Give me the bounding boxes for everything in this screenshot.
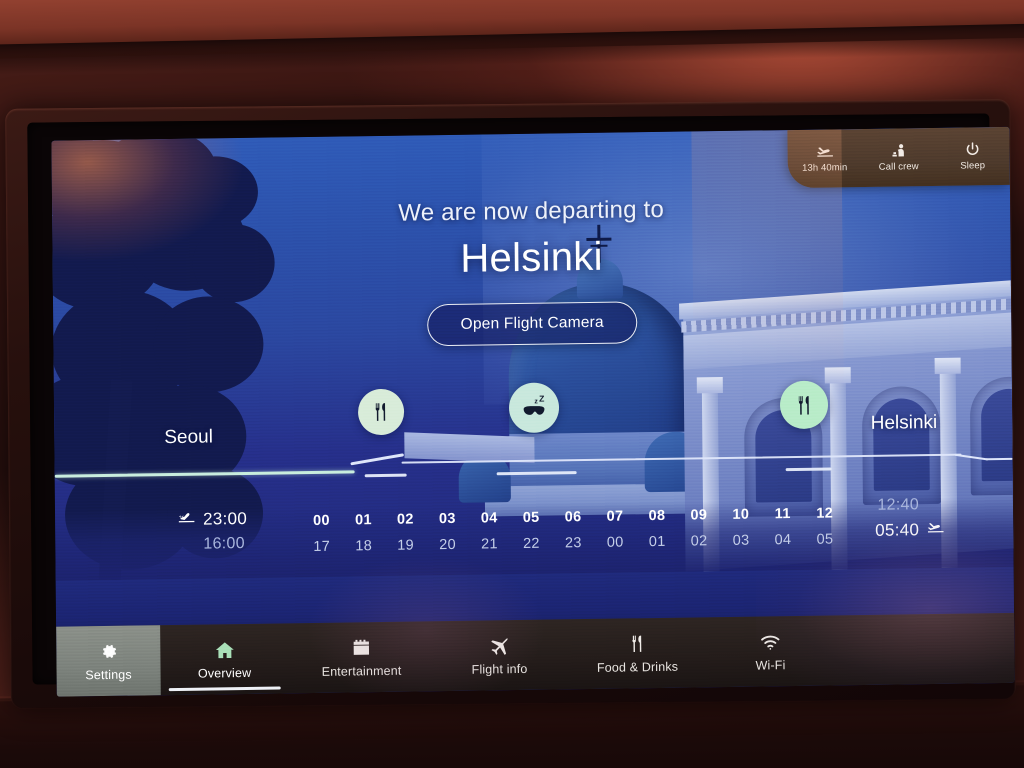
nav-settings-label: Settings bbox=[85, 667, 132, 682]
hour-top: 03 bbox=[438, 510, 456, 528]
nav-food-drinks-label: Food & Drinks bbox=[596, 659, 679, 675]
sleep-mask-icon: z Z bbox=[523, 395, 545, 415]
hour-column: 08 01 bbox=[649, 508, 666, 550]
hour-bottom: 02 bbox=[690, 533, 708, 550]
hour-column: 02 19 bbox=[397, 512, 414, 554]
seatback-monitor-bezel: We are now departing to Helsinki Open Fl… bbox=[5, 99, 1016, 709]
hour-column: 04 21 bbox=[481, 510, 498, 552]
timeline-cruise-segment bbox=[401, 453, 962, 465]
power-icon bbox=[965, 141, 981, 157]
cabin-photo: We are now departing to Helsinki Open Fl… bbox=[0, 0, 1024, 768]
hour-bottom: 23 bbox=[564, 535, 582, 552]
timeline-destination-city: Helsinki bbox=[870, 411, 938, 434]
active-tab-indicator bbox=[168, 685, 281, 692]
hour-top: 08 bbox=[648, 507, 666, 525]
screen-glare-bottom-right bbox=[755, 516, 1015, 697]
hour-bottom: 19 bbox=[397, 537, 415, 554]
call-crew-icon bbox=[890, 142, 907, 158]
status-sleep-label: Sleep bbox=[960, 160, 986, 172]
hour-column: 10 03 bbox=[732, 507, 749, 549]
hour-column: 00 17 bbox=[313, 513, 330, 555]
hour-bottom: 00 bbox=[606, 534, 624, 551]
hour-top: 06 bbox=[564, 509, 582, 526]
screen-glare-bottom-center bbox=[305, 553, 547, 697]
hour-top: 02 bbox=[396, 511, 414, 528]
status-call-crew[interactable]: Call crew bbox=[870, 142, 928, 173]
timeline-arrival-segment bbox=[985, 457, 1013, 461]
hour-column: 09 02 bbox=[690, 507, 707, 549]
gear-icon bbox=[99, 640, 118, 662]
timeline-event-span-1 bbox=[364, 473, 407, 478]
home-icon bbox=[214, 639, 235, 661]
hour-column: 05 22 bbox=[523, 510, 540, 552]
hour-top: 00 bbox=[313, 512, 330, 529]
svg-text:Z: Z bbox=[539, 395, 545, 404]
arrival-time-secondary: 12:40 bbox=[877, 495, 920, 514]
meal-icon bbox=[375, 403, 386, 421]
monitor-inner-bezel: We are now departing to Helsinki Open Fl… bbox=[27, 113, 1015, 697]
timeline-progress-completed bbox=[54, 470, 355, 478]
nav-food-drinks[interactable]: Food & Drinks bbox=[564, 617, 711, 689]
timeline-event-span-3 bbox=[785, 467, 832, 472]
plane-takeoff-icon bbox=[177, 510, 196, 529]
screen-glare-top-right bbox=[691, 129, 845, 462]
cutlery-icon bbox=[627, 633, 647, 655]
hour-top: 10 bbox=[732, 506, 750, 523]
svg-text:z: z bbox=[534, 398, 538, 405]
departure-time-secondary: 16:00 bbox=[203, 534, 245, 553]
hour-bottom: 20 bbox=[439, 536, 456, 554]
hour-bottom: 03 bbox=[732, 532, 750, 549]
open-flight-camera-button[interactable]: Open Flight Camera bbox=[427, 301, 638, 347]
ife-screen: We are now departing to Helsinki Open Fl… bbox=[51, 126, 1015, 697]
hour-top: 04 bbox=[480, 510, 498, 527]
hour-column: 07 00 bbox=[607, 508, 624, 550]
timeline-descent-segment bbox=[954, 453, 989, 461]
departure-times: 23:00 16:00 bbox=[177, 506, 248, 557]
screen-glare-top-left bbox=[51, 126, 243, 262]
hour-bottom: 22 bbox=[522, 535, 540, 552]
nav-settings[interactable]: Settings bbox=[56, 625, 161, 697]
building-capital-3 bbox=[934, 357, 961, 374]
hour-column: 03 20 bbox=[439, 511, 456, 553]
status-sleep[interactable]: Sleep bbox=[944, 141, 1002, 172]
timeline-event-meal-1[interactable] bbox=[357, 388, 405, 436]
hour-top: 01 bbox=[354, 512, 372, 529]
hour-bottom: 17 bbox=[313, 538, 331, 555]
hour-bottom: 18 bbox=[355, 538, 373, 555]
hour-top: 05 bbox=[522, 509, 540, 526]
hour-column: 06 23 bbox=[565, 509, 582, 551]
status-call-crew-label: Call crew bbox=[878, 161, 919, 173]
hour-column: 01 18 bbox=[355, 512, 372, 554]
hour-bottom: 01 bbox=[648, 533, 666, 551]
timeline-ascent-segment bbox=[350, 453, 405, 466]
hour-top: 09 bbox=[690, 507, 708, 524]
hour-bottom: 21 bbox=[481, 536, 498, 553]
nav-overview[interactable]: Overview bbox=[160, 623, 289, 695]
departure-time-local: 23:00 bbox=[202, 508, 248, 529]
timeline-event-rest[interactable]: z Z bbox=[508, 382, 560, 434]
timeline-origin-city: Seoul bbox=[164, 426, 214, 449]
timeline-event-span-2 bbox=[496, 471, 577, 476]
hour-top: 07 bbox=[606, 508, 624, 525]
nav-overview-label: Overview bbox=[197, 665, 252, 681]
